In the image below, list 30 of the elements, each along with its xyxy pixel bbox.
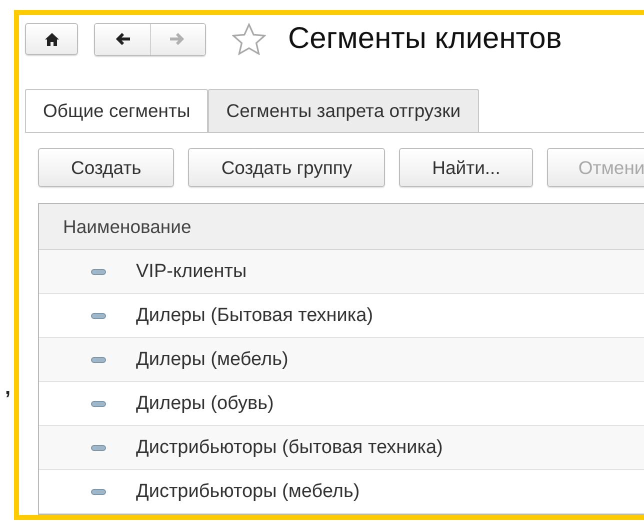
dash-icon (91, 400, 106, 406)
margin-mark: , (5, 378, 12, 398)
toolbar-button[interactable]: Создать группу (188, 148, 386, 187)
column-header[interactable]: Наименование (39, 204, 644, 250)
dash-icon (91, 356, 106, 362)
list-row[interactable]: Дистрибьюторы (бытовая техника) (39, 426, 644, 470)
toolbar-button[interactable]: Найти... (399, 148, 534, 187)
home-button[interactable] (25, 23, 78, 55)
column-title: Наименование (63, 216, 192, 238)
left-arrow-icon (114, 33, 131, 45)
tab[interactable]: Сегменты запрета отгрузки (208, 89, 479, 132)
list-row[interactable]: Дилеры (мебель) (39, 338, 644, 382)
table-cell: Дилеры (мебель) (136, 348, 288, 370)
back-button[interactable] (95, 24, 150, 54)
table-cell: Дилеры (Бытовая техника) (136, 304, 374, 326)
dash-icon (91, 268, 106, 274)
right-arrow-icon (170, 33, 186, 45)
table-cell: Дистрибьюторы (бытовая техника) (136, 436, 443, 458)
tab[interactable]: Общие сегменты (25, 89, 208, 132)
list-row[interactable]: VIP-клиенты (39, 250, 644, 294)
table-cell: Дилеры (обувь) (136, 392, 274, 414)
home-icon (44, 32, 58, 46)
dash-icon (91, 444, 106, 450)
star-icon[interactable] (232, 23, 266, 55)
table-cell: VIP-клиенты (136, 260, 247, 282)
dash-icon (91, 488, 106, 494)
window-title: Сегменты клиентов (288, 22, 562, 56)
table-cell: Дистрибьюторы (мебель) (136, 480, 360, 502)
dash-icon (91, 312, 106, 318)
toolbar-button[interactable]: Создать (38, 148, 174, 187)
